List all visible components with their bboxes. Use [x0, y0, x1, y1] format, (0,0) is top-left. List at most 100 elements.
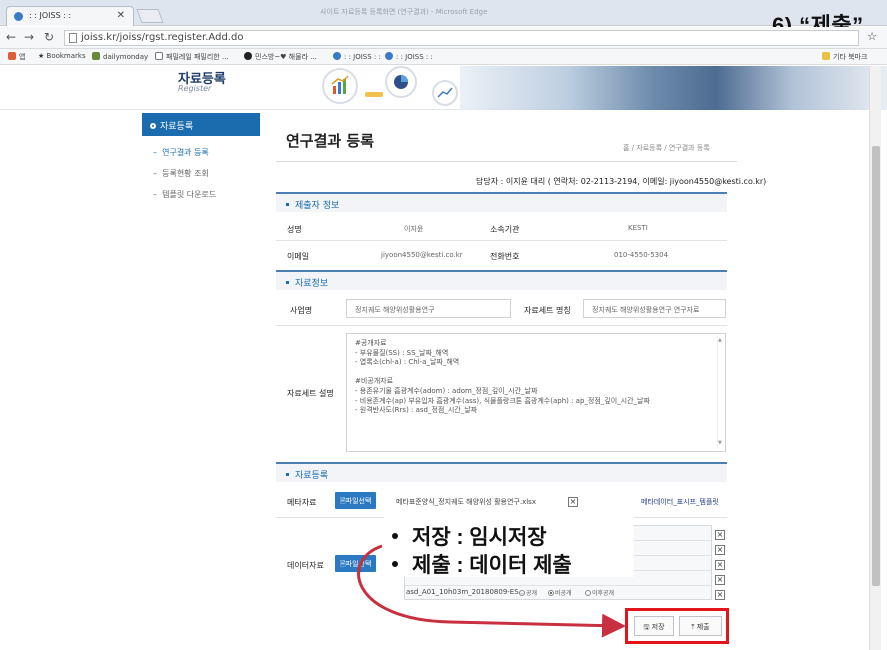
contact-info: 담당자 : 이지윤 대리 ( 연락처: 02-2113-2194, 이메일: j… [476, 177, 767, 186]
desc-label: 자료세트 설명 [287, 389, 334, 398]
bookmark-joiss-1[interactable]: : : JOISS : : [333, 52, 381, 61]
forward-icon[interactable]: → [24, 30, 34, 44]
radio-checked-icon [548, 590, 554, 596]
apps-grid-icon [8, 52, 16, 60]
bookmark-dailymonday[interactable]: dailymonday [92, 52, 148, 61]
org-label: 소속기관 [490, 225, 520, 234]
sidebar-item-register[interactable]: – 연구결과 등록 [153, 147, 209, 158]
browser-tab[interactable]: : : JOISS : : ✕ [6, 6, 134, 26]
desc-line: - 용존유기물 흡광계수(adom) : adom_정점_깊이_시간_날짜 [355, 386, 538, 395]
email-label: 이메일 [287, 252, 310, 261]
section-bullet-icon [286, 473, 289, 476]
radio-later[interactable]: 이후공개 [585, 588, 614, 597]
textarea-scrollbar[interactable]: ▲ ▼ [717, 336, 723, 449]
meta-label: 메타자료 [287, 498, 317, 507]
desc-line: #공개자료 [355, 339, 387, 347]
remove-file-icon[interactable]: × [715, 545, 725, 555]
bar-chart-icon [322, 68, 358, 104]
data-file-button[interactable]: 🗎파일선택 [335, 555, 377, 572]
remove-file-icon[interactable]: × [715, 530, 725, 540]
action-highlight-box [625, 608, 729, 644]
meta-template-link[interactable]: 메타데이터_표시프_템플릿 [641, 497, 719, 507]
registration-section-heading: 자료등록 [276, 462, 727, 482]
bookmark-apps[interactable]: 앱 [8, 52, 25, 62]
bookmark-star-icon[interactable]: ☆ [867, 30, 877, 43]
callout-line-submit: 제출 : 데이터 제출 [392, 549, 572, 579]
desc-line [355, 368, 717, 378]
data-label: 데이터자료 [287, 561, 324, 570]
star-icon: ★ [38, 52, 47, 60]
browser-tabbar: : : JOISS : : ✕ 사이트 자료등록 등록화면 (연구결과) - M… [0, 0, 887, 38]
section-bullet-icon [286, 281, 289, 284]
ribbon-icon [365, 92, 383, 97]
joiss-favicon-icon [385, 52, 393, 60]
bookmark-minsbang[interactable]: 민스방~♥ 해물라 ... [244, 52, 317, 62]
section-bullet-icon [286, 203, 289, 206]
header-subtitle: Register [178, 84, 212, 93]
sidebar-heading[interactable]: 자료등록 [142, 113, 260, 136]
meta-file-name: 메타표준양식_정지궤도 해양위성 활용연구.xlsx [396, 498, 536, 506]
remove-file-icon[interactable]: × [568, 497, 578, 507]
bullet-icon [392, 561, 398, 567]
bookmark-bookmarks[interactable]: ★ Bookmarks [38, 52, 86, 60]
url-input[interactable]: joiss.kr/joiss/rgst.register.Add.do [64, 30, 859, 46]
reload-icon[interactable]: ↻ [44, 30, 54, 44]
remove-file-icon[interactable]: × [715, 560, 725, 570]
phone-value: 010-4550-5304 [614, 251, 669, 259]
tab-title: : : JOISS : : [29, 11, 72, 20]
dataset-input[interactable]: 정지궤도 해양위성활용연구 연구자료 [583, 299, 726, 318]
submitter-section-heading: 제출자 정보 [276, 192, 727, 212]
phone-label: 전화번호 [490, 252, 520, 261]
address-bar: ← → ↻ joiss.kr/joiss/rgst.register.Add.d… [0, 27, 887, 49]
name-value: 이지윤 [404, 225, 424, 233]
circle-logo-icon [244, 52, 252, 60]
project-input[interactable]: 정지궤도 해양위성활용연구 [346, 299, 511, 318]
sidebar-item-status[interactable]: – 등록현황 조회 [153, 168, 209, 179]
page-scrollbar[interactable] [869, 66, 881, 650]
bookmark-family[interactable]: 패밀레일 패밀리한 ... [155, 52, 229, 62]
back-icon[interactable]: ← [6, 30, 16, 44]
desc-line: - 원격반사도(Rrs) : asd_정점_시간_날짜 [355, 406, 478, 415]
scroll-up-icon[interactable]: ▲ [718, 336, 722, 346]
scroll-down-icon[interactable]: ▼ [718, 439, 722, 449]
org-value: KESTI [628, 224, 648, 232]
circle-bullet-icon [150, 123, 156, 129]
bookmark-joiss-2[interactable]: : : JOISS : : [385, 52, 433, 61]
site-header: 자료등록 Register [0, 66, 887, 110]
title-divider [276, 161, 737, 162]
new-tab-button[interactable] [136, 9, 164, 23]
sidebar-item-template[interactable]: – 템플릿 다운로드 [153, 189, 216, 200]
data-file-name: asd_A01_10h03m_20180809-ES... [406, 588, 526, 596]
instruction-callout: 저장 : 임시저장 제출 : 데이터 제출 [384, 517, 634, 577]
page-icon [69, 33, 77, 43]
remove-file-icon[interactable]: × [715, 575, 725, 585]
desc-line: #비공개자료 [355, 377, 394, 386]
page-icon [155, 52, 163, 60]
page-title: 연구결과 등록 [286, 132, 375, 150]
line-chart-icon [432, 80, 458, 106]
meta-file-button[interactable]: 🗎파일선택 [335, 492, 377, 509]
desc-textarea[interactable]: #공개자료 - 부유물질(SS) : SS_날짜_해역 - 엽록소(chl-a)… [346, 333, 726, 452]
bullet-icon [392, 533, 398, 539]
bookmark-other[interactable]: 기타 북마크 [822, 52, 867, 62]
radio-private[interactable]: 비공개 [548, 588, 572, 597]
email-value: jiyoon4550@kesti.co.kr [381, 251, 463, 259]
joiss-favicon-icon [14, 12, 23, 21]
row-divider [276, 325, 727, 326]
row-divider [276, 240, 727, 241]
table-row-divider [405, 585, 711, 586]
datainfo-section-heading: 자료정보 [276, 270, 727, 290]
url-text: joiss.kr/joiss/rgst.register.Add.do [81, 32, 244, 43]
remove-file-icon[interactable]: × [715, 590, 725, 600]
bookmarks-bar: 앱 ★ Bookmarks dailymonday 패밀레일 패밀리한 ... … [0, 49, 887, 65]
dataset-label: 자료세트 명칭 [524, 306, 571, 315]
dailymonday-icon [92, 52, 100, 60]
desc-line: - 부유물질(SS) : SS_날짜_해역 [355, 348, 449, 357]
project-label: 사업명 [290, 306, 313, 315]
radio-circle-icon [585, 590, 591, 596]
callout-line-save: 저장 : 임시저장 [392, 521, 547, 551]
header-banner-image [460, 66, 887, 110]
scrollbar-thumb[interactable] [872, 146, 880, 586]
tab-close-icon[interactable]: ✕ [117, 10, 125, 21]
radio-public[interactable]: 공개 [519, 588, 537, 597]
